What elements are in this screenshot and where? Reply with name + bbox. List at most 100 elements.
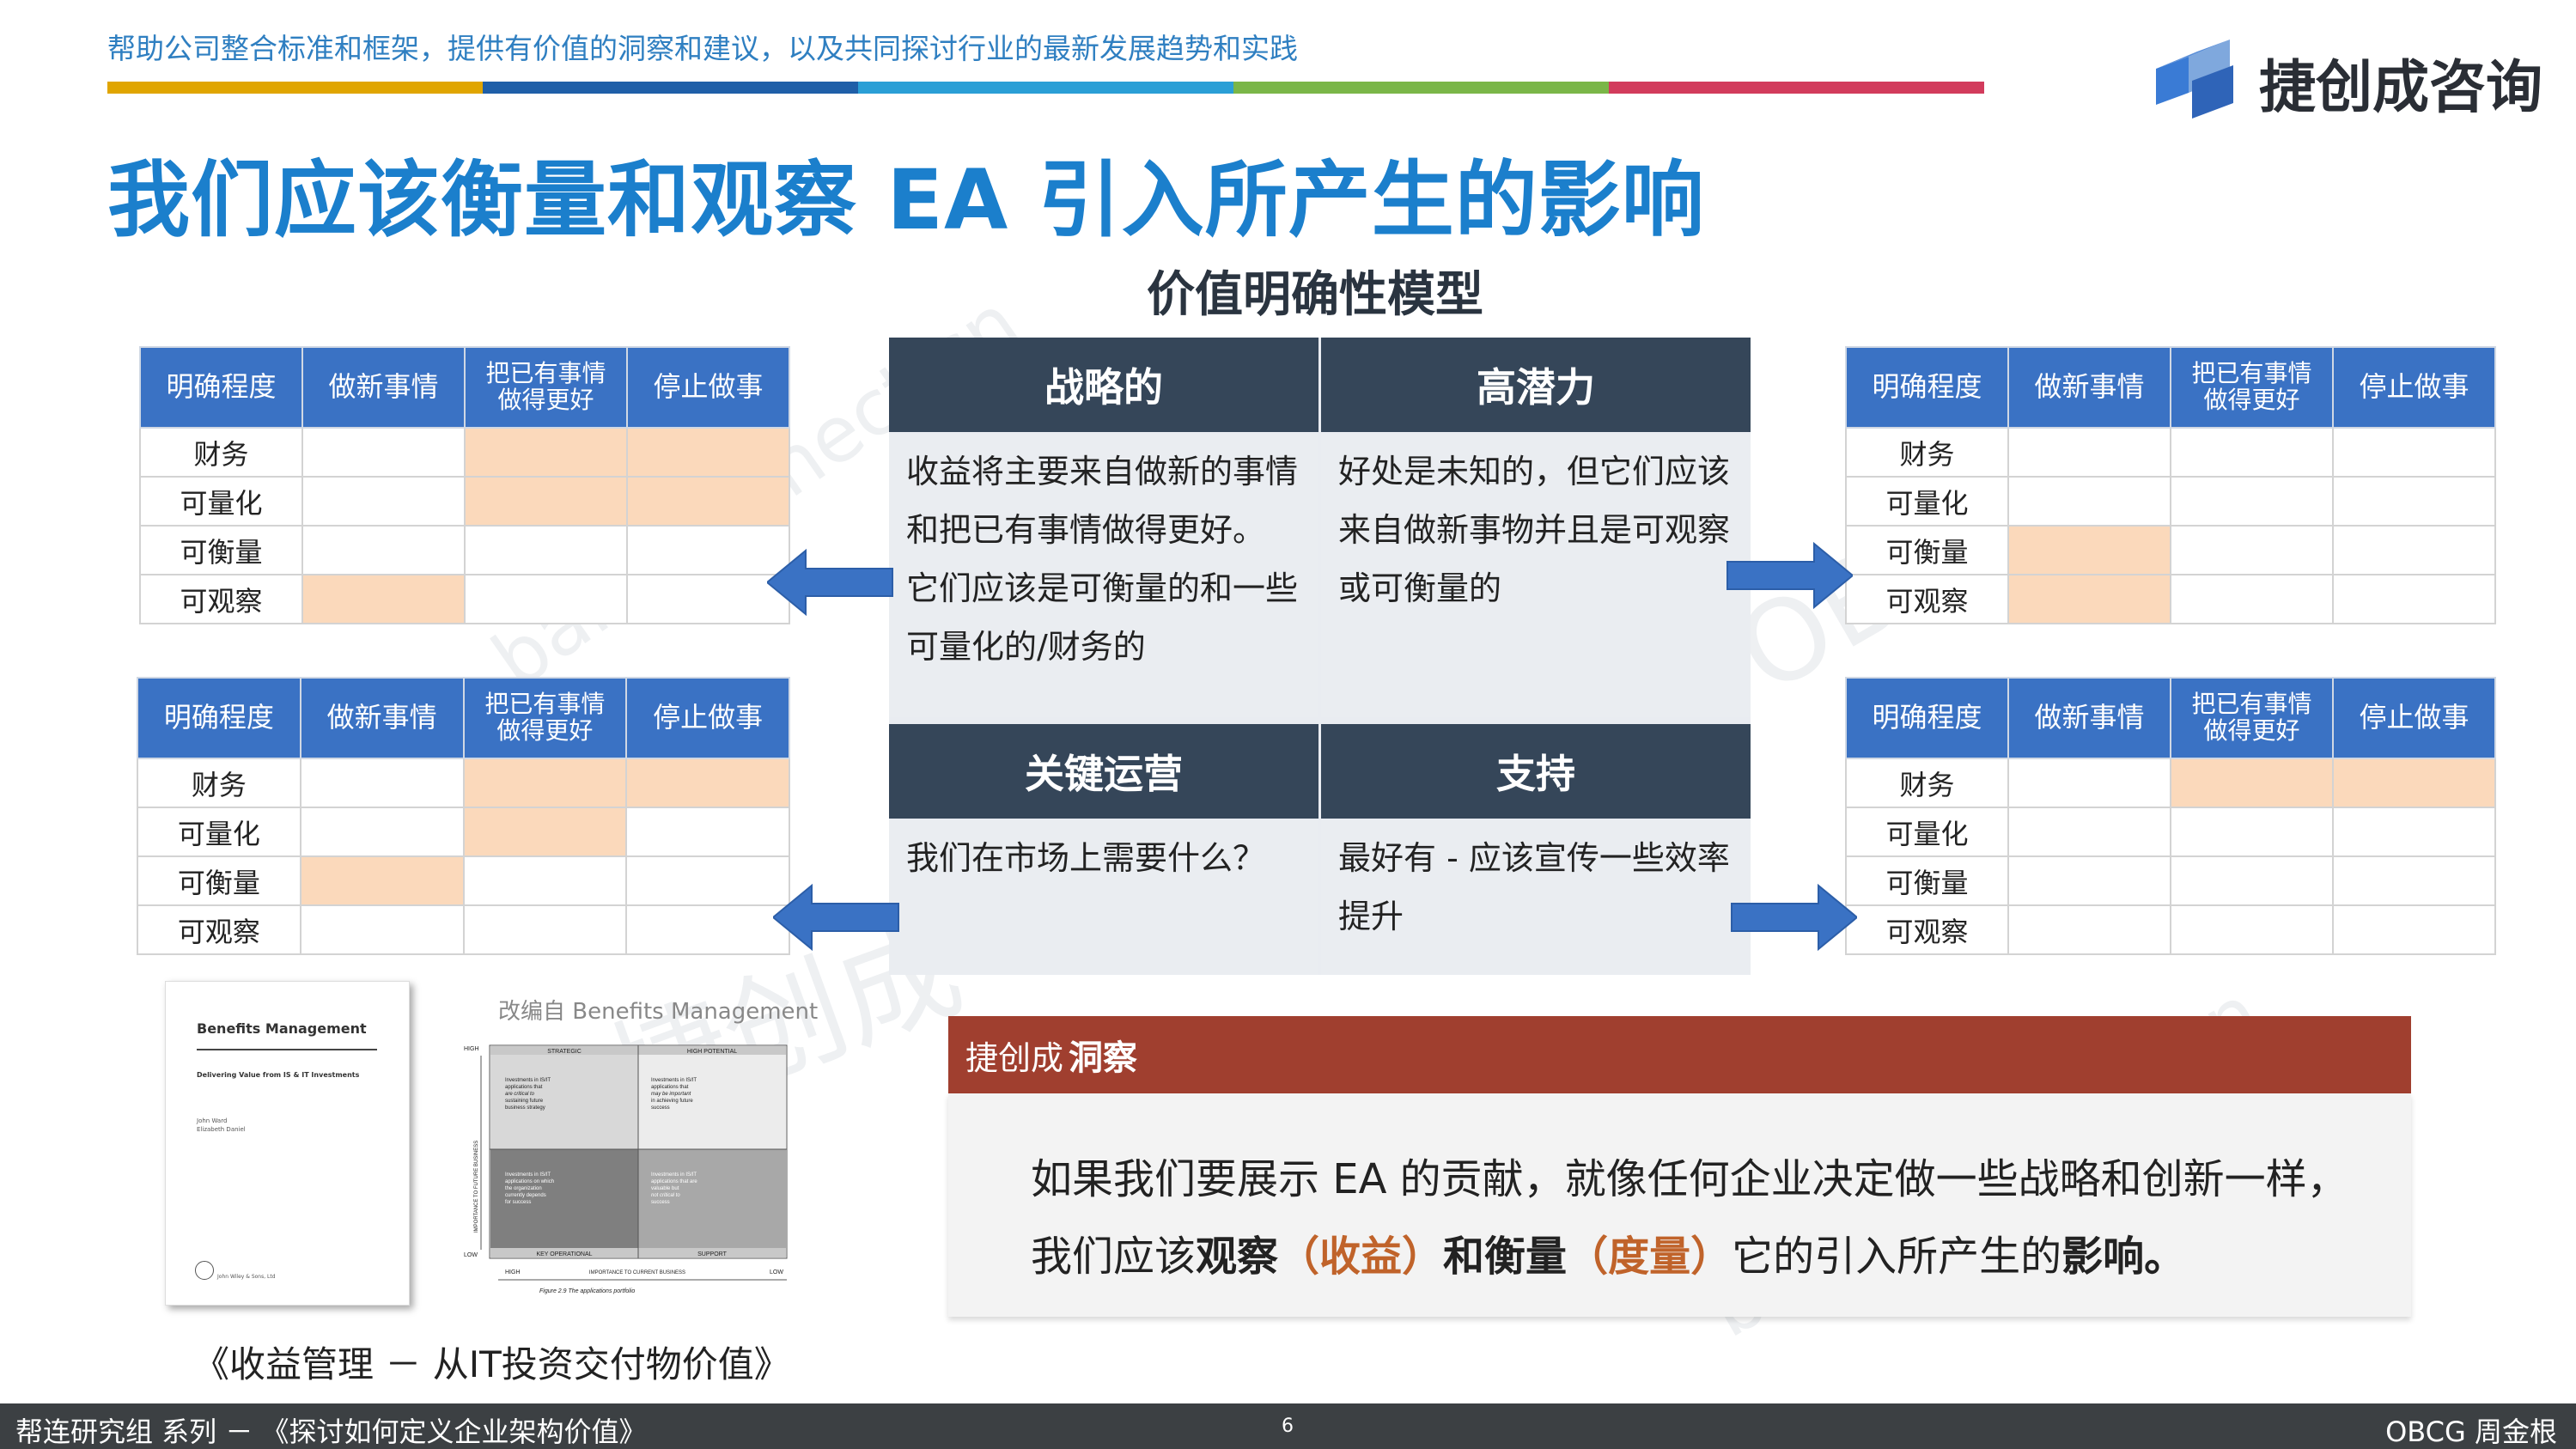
table-cell <box>2332 855 2496 906</box>
quadrant-line: 提升 <box>1338 898 1404 935</box>
quadrant-line: 它们应该是可衡量的和一些 <box>906 569 1299 607</box>
mini-cell-text: applications that <box>505 1085 543 1090</box>
arrow-left-icon <box>767 548 893 617</box>
page-number: 6 <box>1282 1416 1294 1437</box>
row-label: 财务 <box>139 427 303 478</box>
insight-header: 捷创成 洞察 <box>948 1016 2411 1093</box>
table-cell <box>462 855 628 906</box>
table-cell <box>625 904 790 955</box>
row-label: 可观察 <box>139 574 303 624</box>
table-row: 可观察 <box>139 574 790 624</box>
insight-text: 它的引入所产生的 <box>1732 1233 2062 1281</box>
quadrant-body-strategic: 收益将主要来自做新的事情 和把已有事情做得更好。 它们应该是可衡量的和一些 可量… <box>889 434 1318 717</box>
table-cell <box>2170 855 2334 906</box>
mini-cell-text: success <box>651 1200 670 1205</box>
quadrant-line: 收益将主要来自做新的事情 <box>906 453 1299 490</box>
mini-cell-text: currently depends <box>505 1193 546 1198</box>
table-cell <box>2332 476 2496 527</box>
color-bar <box>107 82 1984 94</box>
clarity-table-key-operational: 明确程度 做新事情 把已有事情 做得更好 停止做事 财务 可量化 可衡量 可观察 <box>137 677 790 955</box>
row-label: 可衡量 <box>1845 855 2009 906</box>
table-cell <box>2332 904 2496 955</box>
table-header-cell: 把已有事情 做得更好 <box>2170 346 2334 429</box>
mini-cell-text: in achieving future <box>651 1099 693 1104</box>
header-line: 做得更好 <box>2203 386 2300 414</box>
clarity-table-support: 明确程度 做新事情 把已有事情 做得更好 停止做事 财务 可量化 可衡量 可观察 <box>1845 677 2496 955</box>
insight-emphasis: （收益） <box>1278 1233 1444 1281</box>
row-label: 可衡量 <box>137 855 301 906</box>
header-line: 把已有事情 <box>484 690 606 719</box>
adapted-from-label: 改编自 Benefits Management <box>498 999 819 1025</box>
table-cell <box>2170 525 2334 575</box>
clarity-table-strategic: 明确程度 做新事情 把已有事情 做得更好 停止做事 财务 可量化 可衡量 可观察 <box>139 346 790 624</box>
quadrant-title-key-operational: 关键运营 <box>889 724 1318 819</box>
table-cell <box>2332 758 2496 808</box>
table-cell <box>625 855 790 906</box>
table-cell <box>2170 758 2334 808</box>
table-cell <box>301 427 466 478</box>
table-cell <box>462 807 628 857</box>
row-label: 财务 <box>1845 427 2009 478</box>
mini-cell-text: success <box>651 1105 670 1111</box>
table-row: 可衡量 <box>137 855 790 906</box>
table-header-cell: 明确程度 <box>139 346 303 429</box>
table-cell <box>464 427 628 478</box>
table-header-row: 明确程度 做新事情 把已有事情 做得更好 停止做事 <box>1845 346 2496 429</box>
table-cell <box>2332 807 2496 857</box>
table-row: 可量化 <box>1845 807 2496 857</box>
mini-cell-text: sustaining future <box>505 1099 544 1104</box>
insight-brand: 捷创成 <box>965 1038 1064 1077</box>
book-subtitle: Delivering Value from IS & IT Investment… <box>197 1071 360 1079</box>
table-cell <box>625 807 790 857</box>
mini-cell-text: applications that are <box>651 1179 697 1184</box>
book-author: Elizabeth Daniel <box>197 1126 246 1133</box>
insight-emphasis: 和衡量 <box>1443 1233 1568 1281</box>
quadrant-title-strategic: 战略的 <box>889 338 1318 432</box>
arrow-left-icon <box>773 883 899 952</box>
mini-label-strategic: STRATEGIC <box>547 1049 582 1055</box>
header-line: 把已有事情 <box>2191 359 2312 388</box>
model-title: 价值明确性模型 <box>1147 267 1483 323</box>
quadrant-line: 最好有 - 应该宣传一些效率 <box>1338 839 1730 877</box>
table-cell <box>2007 758 2171 808</box>
row-label: 可观察 <box>137 904 301 955</box>
table-cell <box>2332 574 2496 624</box>
mini-cell-text: business strategy <box>505 1105 545 1111</box>
quadrant-title-support: 支持 <box>1321 724 1751 819</box>
table-row: 财务 <box>139 427 790 478</box>
table-row: 可量化 <box>139 476 790 527</box>
quadrant-body-key-operational: 我们在市场上需要什么？ <box>889 820 1318 975</box>
table-header-cell: 把已有事情 做得更好 <box>464 346 628 429</box>
header-line: 做得更好 <box>497 386 594 414</box>
footer-series: 帮连研究组 系列 － 《探讨如何定义企业架构价值》 <box>15 1416 647 1448</box>
table-cell <box>2007 427 2171 478</box>
table-cell <box>2007 855 2171 906</box>
mini-cell-text: may be important <box>651 1092 691 1097</box>
table-cell <box>299 904 465 955</box>
table-row: 可量化 <box>1845 476 2496 527</box>
mini-cell-text: the organization <box>505 1186 542 1191</box>
table-header-cell: 做新事情 <box>299 677 465 759</box>
table-cell <box>2170 807 2334 857</box>
table-cell <box>2007 574 2171 624</box>
row-label: 可量化 <box>139 476 303 527</box>
table-row: 可观察 <box>1845 904 2496 955</box>
quadrant-body-high-potential: 好处是未知的，但它们应该 来自做新事物并且是可观察 或可衡量的 <box>1321 434 1751 717</box>
table-row: 可衡量 <box>139 525 790 575</box>
mini-y-high: HIGH <box>464 1046 479 1052</box>
table-row: 财务 <box>137 758 790 808</box>
mini-label-support: SUPPORT <box>697 1251 727 1257</box>
row-label: 可量化 <box>1845 807 2009 857</box>
table-row: 财务 <box>1845 758 2496 808</box>
insight-emphasis: （度量） <box>1567 1233 1733 1281</box>
row-label: 可观察 <box>1845 574 2009 624</box>
cube-logo-icon <box>2156 40 2233 119</box>
quadrant-line: 或可衡量的 <box>1338 569 1502 607</box>
table-cell <box>2170 574 2334 624</box>
table-header-cell: 明确程度 <box>137 677 301 759</box>
table-header-cell: 把已有事情 做得更好 <box>2170 677 2334 759</box>
table-row: 可衡量 <box>1845 855 2496 906</box>
header-line: 做得更好 <box>496 716 594 745</box>
mini-cell-text: Investments in IS/IT <box>651 1078 697 1083</box>
mini-cell-text: Investments in IS/IT <box>651 1172 697 1178</box>
